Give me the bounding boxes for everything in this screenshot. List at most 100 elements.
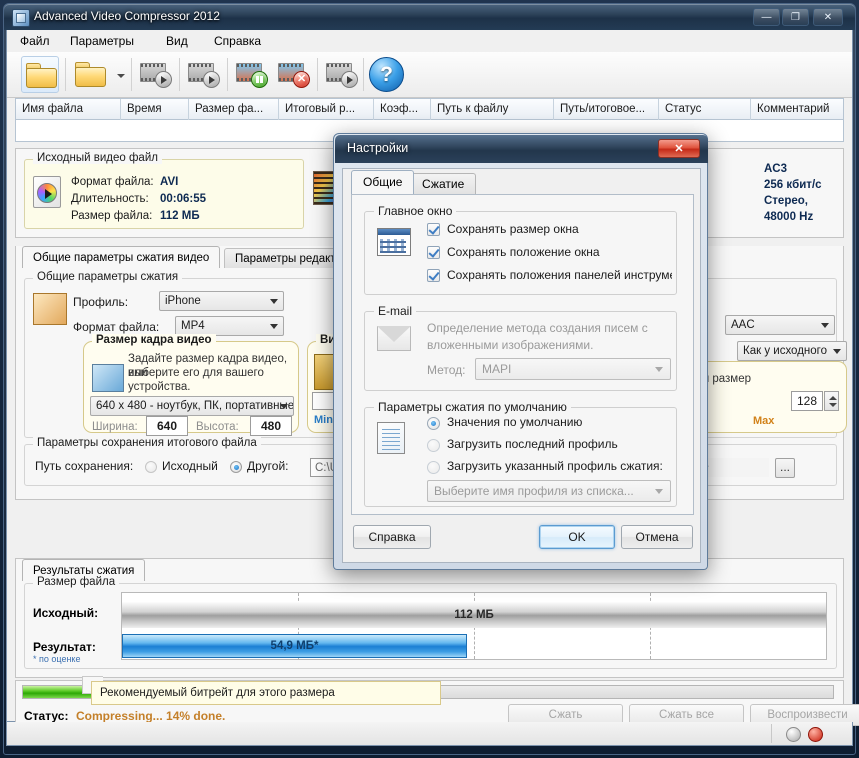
help-icon[interactable]: ? [369,57,404,92]
radio-load-named-profile[interactable] [427,461,440,474]
toolbar-separator-6 [363,58,364,91]
open-folder-icon [75,66,105,86]
audio-quality-value: Как у исходного [743,345,827,357]
radio-load-last-profile[interactable] [427,439,440,452]
column-result-path[interactable]: Путь/итоговое... [554,99,659,120]
checkbox-save-window-position[interactable] [427,246,440,259]
status-bar-indicators [771,724,846,743]
label-save-window-size: Сохранять размер окна [447,222,579,236]
dialog-ok-button[interactable]: OK [539,525,615,549]
toolbar: ✕ ? [7,52,852,98]
stop-button[interactable]: ✕ [275,56,313,93]
play-icon [341,71,358,88]
email-method-label: Метод: [427,363,466,377]
record-orb-icon [808,727,823,742]
result-size-label: Результат: [33,640,96,654]
dialog-tab-compression[interactable]: Сжатие [410,173,476,194]
browse-button[interactable]: ... [775,458,795,478]
open-folder-button[interactable] [71,56,109,93]
checkbox-save-toolbar-positions[interactable] [427,269,440,282]
compress-play-orb [155,71,172,88]
close-icon: ✕ [824,9,832,27]
profile-icon [377,422,405,454]
dialog-tab-page: Главное окно Сохранять размер окна Сохра… [351,194,694,515]
minimize-button[interactable]: — [753,8,780,26]
column-status[interactable]: Статус [659,99,751,120]
dialog-title-bar[interactable]: Настройки ✕ [335,135,708,163]
dialog-body: Общие Сжатие Главное окно Сохранять разм… [342,168,701,563]
radio-source-path[interactable] [145,461,157,473]
dropdown-arrow-icon[interactable] [117,74,125,78]
result-footnote: * по оценке [33,654,80,664]
label-default-values: Значения по умолчанию [447,415,582,429]
menu-file[interactable]: Файл [13,33,57,49]
main-window-group-title: Главное окно [374,204,456,218]
title-bar[interactable]: Advanced Video Compressor 2012 — ❐ ✕ [4,4,855,30]
dialog-title: Настройки [347,141,408,155]
audio-bitrate: 256 кбит/с [764,177,840,193]
dialog-help-button[interactable]: Справка [353,525,431,549]
compress-button[interactable] [137,56,175,93]
email-method-combo[interactable]: MAPI [475,358,671,380]
profile-name-combo[interactable]: Выберите имя профиля из списка... [427,480,671,502]
audio-bitrate-spinner[interactable] [824,391,839,411]
chart-bar-result: 54,9 МБ* [122,634,467,658]
column-comment[interactable]: Комментарий [751,99,843,120]
frame-size-group: Размер кадра видео Задайте размер кадра … [83,341,299,433]
profile-value: iPhone [165,295,201,307]
source-size-value: 112 МБ [160,210,200,222]
menu-help[interactable]: Справка [207,33,268,49]
email-note-line-2: вложенными изображениями. [427,338,593,352]
column-result-size[interactable]: Итоговый р... [279,99,374,120]
format-combo[interactable]: MP4 [175,316,284,336]
audio-quality-combo[interactable]: Как у исходного [737,341,847,361]
file-list-header: Имя файла Время Размер фа... Итоговый р.… [15,98,844,120]
audio-codec-combo[interactable]: AAC [725,315,835,335]
mail-icon [377,326,411,351]
audio-info-block: AC3 256 кбит/с Стерео, 48000 Hz [764,161,840,223]
source-duration-value: 00:06:55 [160,193,206,205]
close-button[interactable]: ✕ [813,8,843,26]
profile-combo[interactable]: iPhone [159,291,284,311]
minimize-icon: — [762,9,772,27]
chart-bar-result-label: 54,9 МБ* [123,635,466,657]
file-size-chart-group: Размер файла Исходный: Результат: * по о… [24,583,837,669]
file-size-chart-title: Размер файла [33,576,119,588]
frame-preset-value: 640 x 480 - ноутбук, ПК, портативные у [96,400,294,412]
label-save-window-position: Сохранять положение окна [447,245,600,259]
menu-view[interactable]: Вид [159,33,195,49]
play-button[interactable] [323,56,361,93]
settings-dialog: Настройки ✕ Общие Сжатие Главное окно Со… [333,133,708,570]
column-time[interactable]: Время [121,99,189,120]
stop-icon: ✕ [293,71,310,88]
checkbox-save-window-size[interactable] [427,223,440,236]
application-window: Advanced Video Compressor 2012 — ❐ ✕ Фай… [0,0,859,758]
email-note-line-1: Определение метода создания писем с [427,321,648,335]
radio-other-path[interactable] [230,461,242,473]
profile-label: Профиль: [73,295,128,309]
dialog-close-button[interactable]: ✕ [658,139,700,158]
column-filesize[interactable]: Размер фа... [189,99,279,120]
column-filepath[interactable]: Путь к файлу [431,99,554,120]
frame-preset-combo[interactable]: 640 x 480 - ноутбук, ПК, портативные у [90,396,294,416]
audio-bitrate-input[interactable]: 128 [791,391,823,411]
source-format-value: AVI [160,176,178,188]
label-save-toolbar-positions: Сохранять положения панелей инструмен [447,268,672,282]
status-value: Compressing... 14% done. [76,709,225,723]
width-input[interactable]: 640 [146,416,188,436]
height-input[interactable]: 480 [250,416,292,436]
radio-default-values[interactable] [427,417,440,430]
pause-button[interactable] [233,56,271,93]
label-load-last-profile: Загрузить последний профиль [447,437,618,451]
dialog-tab-general[interactable]: Общие [351,170,414,194]
radio-other-label: Другой: [247,459,289,473]
column-filename[interactable]: Имя файла [16,99,121,120]
maximize-button[interactable]: ❐ [782,8,809,26]
menu-settings[interactable]: Параметры [63,33,141,49]
profile-icon [33,293,67,325]
compress-all-button[interactable] [185,56,223,93]
open-file-button[interactable] [21,56,59,93]
dialog-cancel-button[interactable]: Отмена [621,525,693,549]
tab-general-compression[interactable]: Общие параметры сжатия видео [22,246,220,268]
column-ratio[interactable]: Коэф... [374,99,431,120]
